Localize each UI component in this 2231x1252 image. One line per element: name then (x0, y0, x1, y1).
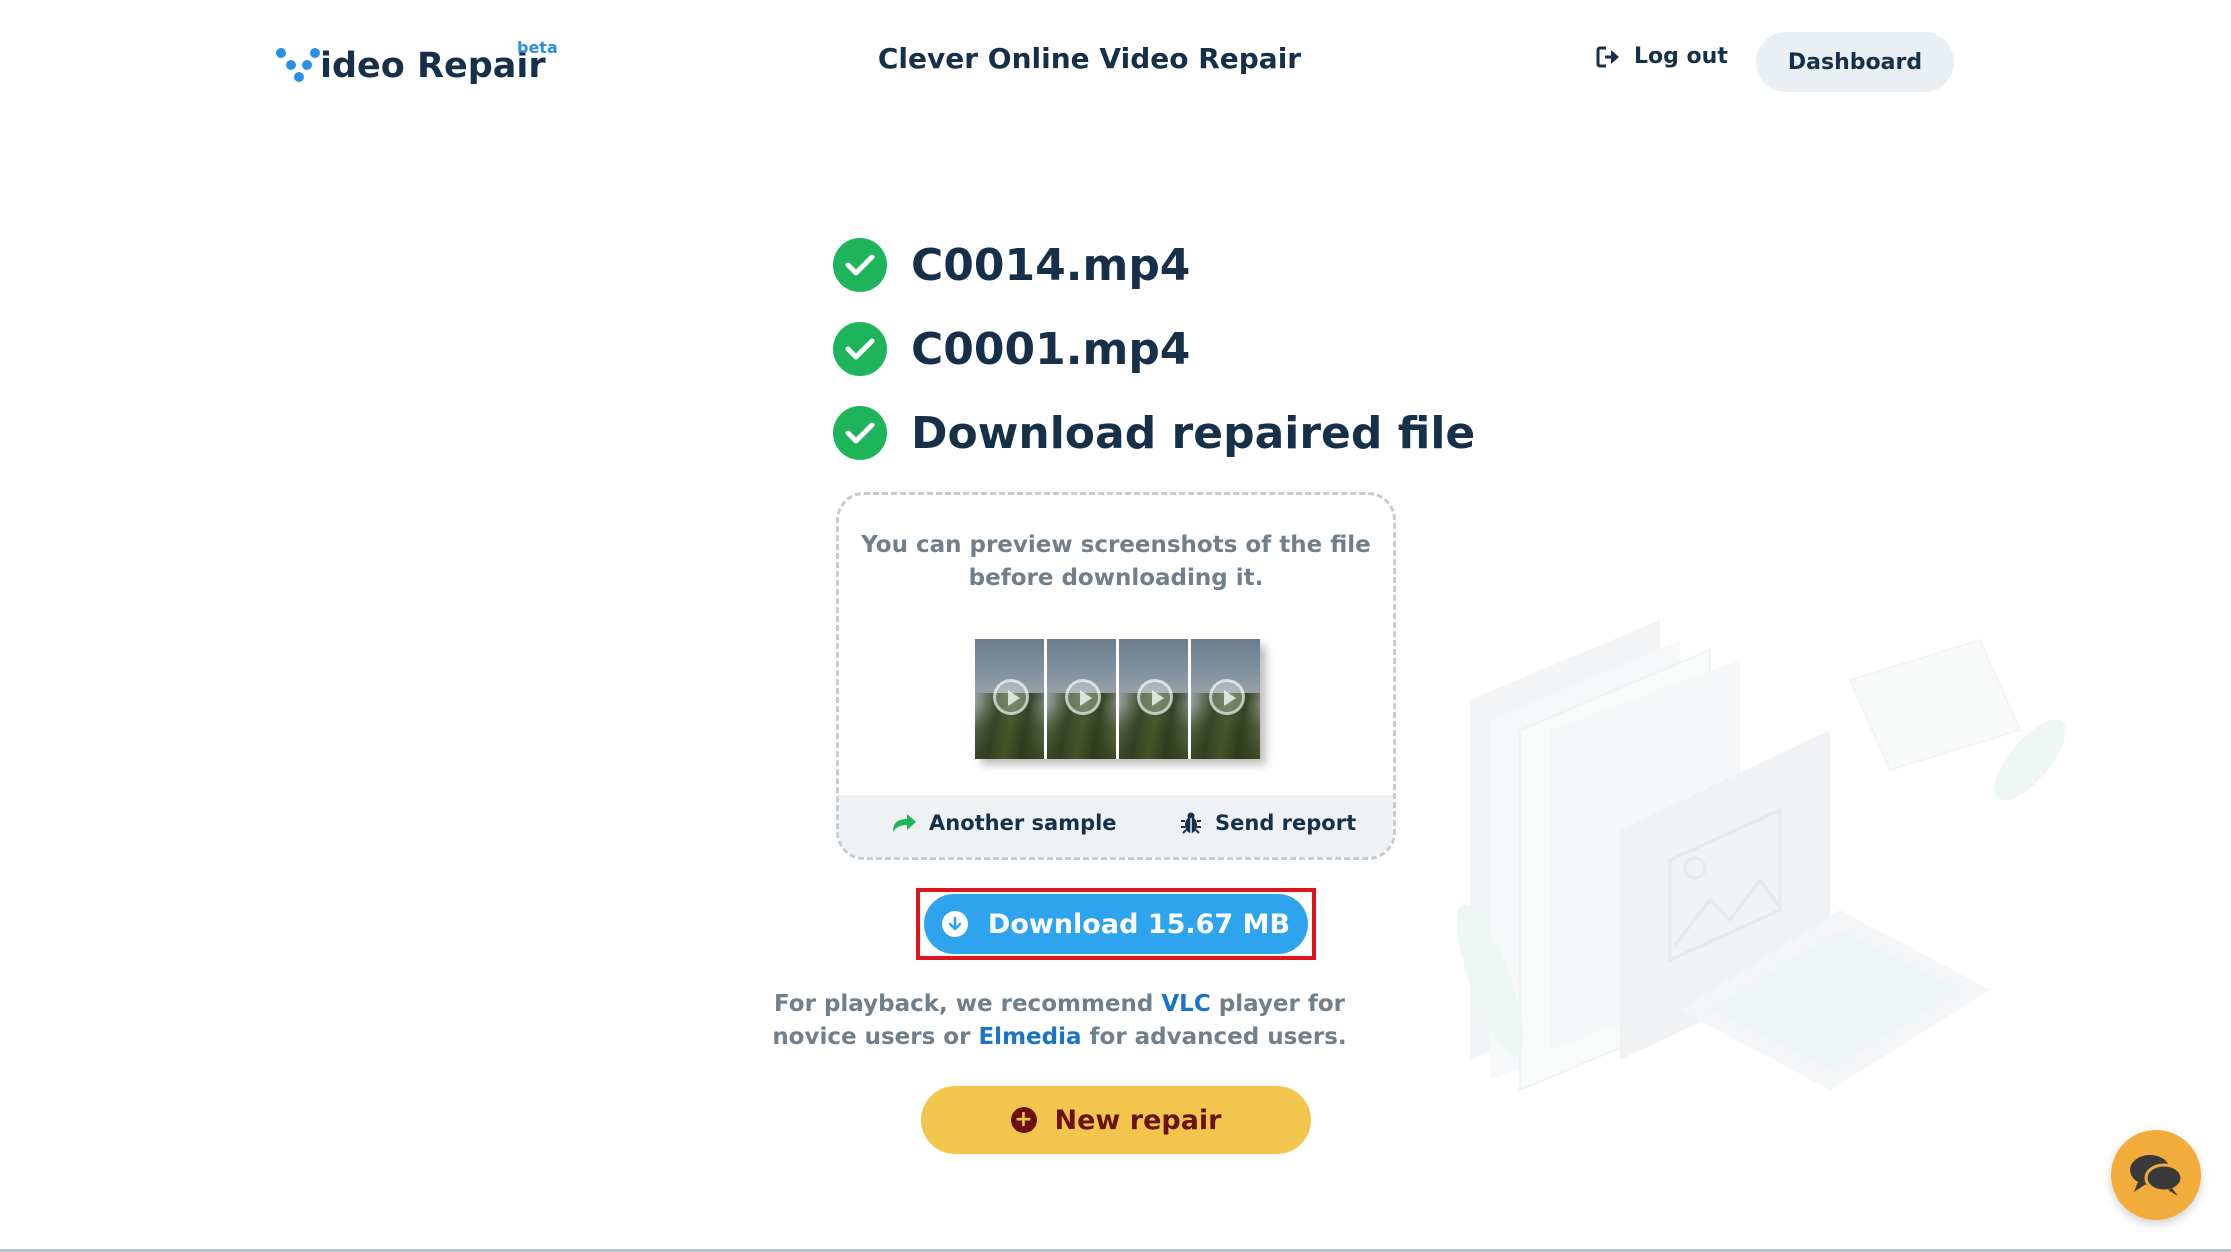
logo-beta-badge: beta (517, 38, 558, 57)
play-icon (1209, 679, 1245, 715)
check-circle-icon (833, 238, 887, 292)
preview-description-line: before downloading it. (968, 565, 1264, 591)
logout-link[interactable]: Log out (1596, 44, 1728, 69)
plus-circle-icon: + (1010, 1107, 1037, 1133)
logo-mark-icon (274, 46, 320, 86)
chat-bubbles-icon (2130, 1155, 2184, 1196)
download-label: Download 15.67 MB (987, 908, 1291, 940)
logout-icon (1596, 46, 1619, 67)
step-item-3: Download repaired file (833, 406, 1475, 460)
preview-thumbnail[interactable] (1191, 639, 1260, 759)
new-repair-button[interactable]: + New repair (921, 1086, 1311, 1154)
preview-thumbnail[interactable] (1047, 639, 1116, 759)
preview-thumbnail[interactable] (975, 639, 1044, 759)
send-report-label: Send report (1215, 811, 1357, 835)
decorative-illustration (1456, 620, 2066, 1092)
step-label: Download repaired file (911, 407, 1476, 459)
elmedia-link[interactable]: Elmedia (978, 1024, 1081, 1050)
send-report-button[interactable]: Send report (1179, 811, 1356, 835)
preview-description-line: You can preview screenshots of the file (861, 532, 1371, 558)
preview-thumbnails (975, 639, 1260, 759)
recommend-text: For playback, we recommend (774, 991, 1162, 1017)
download-circle-icon (941, 911, 968, 937)
logo-text: ideo Repair (320, 46, 546, 86)
recommend-text: novice users or (772, 1024, 979, 1050)
play-icon (993, 679, 1029, 715)
recommend-text: for advanced users. (1081, 1024, 1347, 1050)
another-sample-button[interactable]: Another sample (891, 811, 1117, 835)
step-label: C0001.mp4 (911, 323, 1191, 375)
preview-description: You can preview screenshots of the file … (839, 529, 1393, 595)
check-circle-icon (833, 406, 887, 460)
play-icon (1137, 679, 1173, 715)
play-icon (1065, 679, 1101, 715)
preview-footer: Another sample Send report (839, 795, 1393, 857)
page-header-title: Clever Online Video Repair (877, 42, 1302, 75)
step-item-2: C0001.mp4 (833, 322, 1190, 376)
chat-button[interactable] (2111, 1130, 2201, 1220)
check-circle-icon (833, 322, 887, 376)
preview-panel: You can preview screenshots of the file … (836, 492, 1396, 860)
dashboard-button[interactable]: Dashboard (1756, 32, 1954, 92)
app-logo[interactable]: ideo Repair beta (274, 38, 558, 86)
recommend-text: player for (1210, 991, 1345, 1017)
vlc-link[interactable]: VLC (1161, 991, 1210, 1017)
preview-thumbnail[interactable] (1119, 639, 1188, 759)
logout-label: Log out (1634, 44, 1728, 69)
bug-icon (1181, 812, 1201, 834)
share-arrow-icon (893, 814, 916, 832)
another-sample-label: Another sample (929, 811, 1117, 835)
download-button[interactable]: Download 15.67 MB (924, 894, 1308, 954)
step-label: C0014.mp4 (911, 239, 1191, 291)
step-item-1: C0014.mp4 (833, 238, 1190, 292)
new-repair-label: New repair (1054, 1104, 1222, 1136)
